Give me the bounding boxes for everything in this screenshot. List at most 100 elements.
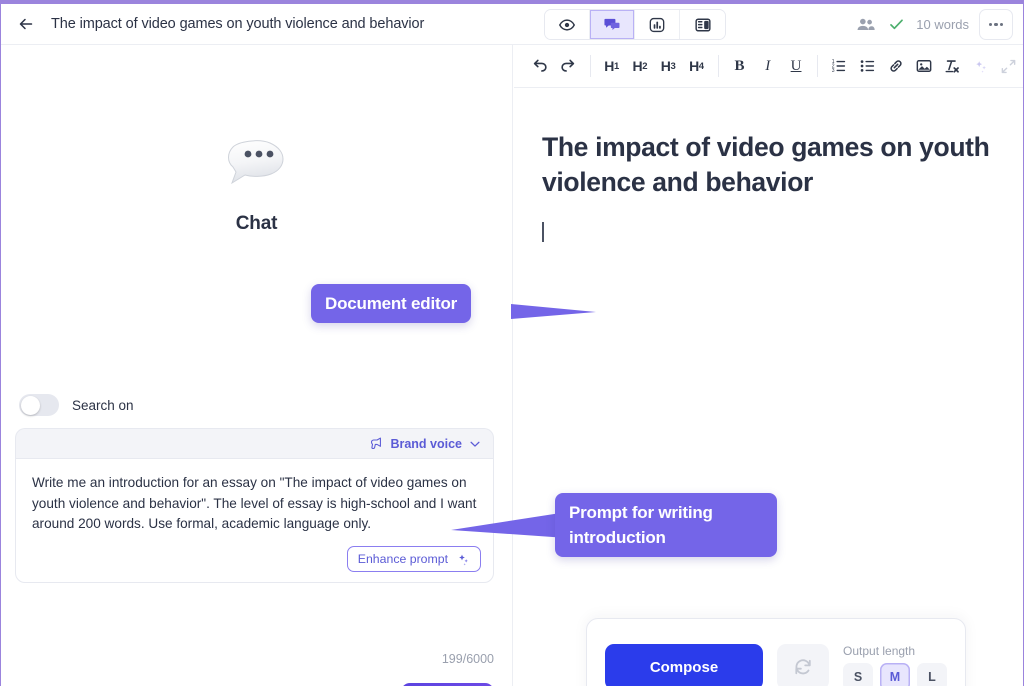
- collaborators-button[interactable]: [855, 16, 877, 34]
- toolbar-divider: [817, 55, 819, 77]
- clear-format-icon: [945, 60, 960, 73]
- length-option-m[interactable]: M: [880, 662, 910, 686]
- output-length-control: Output length S M L: [843, 644, 947, 686]
- undo-button[interactable]: [526, 51, 554, 81]
- panel-layout-icon: [694, 18, 711, 31]
- heading-4-sub: 4: [698, 60, 704, 72]
- brand-voice-selector[interactable]: Brand voice: [369, 436, 482, 451]
- italic-button[interactable]: I: [754, 51, 782, 81]
- link-button[interactable]: [882, 51, 910, 81]
- link-icon: [890, 60, 902, 72]
- length-option-l[interactable]: L: [917, 662, 947, 686]
- mode-chat-button[interactable]: [590, 10, 635, 39]
- megaphone-icon: [371, 437, 382, 449]
- document-editor-arrow: [511, 304, 596, 319]
- search-toggle[interactable]: [19, 394, 59, 416]
- ai-assist-button[interactable]: [966, 51, 994, 81]
- heading-2-button[interactable]: H2: [626, 51, 654, 81]
- top-right-actions: 10 words: [855, 9, 1013, 40]
- more-horizontal-icon: [988, 22, 1004, 27]
- bold-icon: B: [734, 57, 745, 74]
- underline-icon: U: [790, 57, 802, 74]
- brand-voice-label: Brand voice: [390, 436, 462, 451]
- chevron-down-icon: [470, 441, 480, 447]
- mode-analytics-button[interactable]: [635, 10, 680, 39]
- search-toggle-label: Search on: [72, 397, 134, 413]
- heading-1-sub: 1: [613, 60, 619, 72]
- mode-layout-button[interactable]: [680, 10, 725, 39]
- character-count: 199/6000: [441, 652, 494, 666]
- callout-prompt-for-writing-introduction: Prompt for writing introduction: [555, 493, 777, 557]
- heading-4-button[interactable]: H4: [682, 51, 710, 81]
- expand-button[interactable]: [995, 51, 1023, 81]
- ordered-list-icon: 1 2 3: [832, 59, 846, 74]
- prompt-input-area[interactable]: Write me an introduction for an essay on…: [15, 458, 494, 583]
- document-editor-panel: H1 H2 H3 H4 B I U 1 2 3 The impact of vi…: [514, 45, 1023, 686]
- callout-prompt-line2: introduction: [569, 528, 666, 547]
- heading-2-sub: 2: [642, 60, 648, 72]
- chat-empty-state: Chat: [1, 123, 512, 235]
- app-window: The impact of video games on youth viole…: [0, 0, 1024, 686]
- length-option-s[interactable]: S: [843, 662, 873, 686]
- more-options-button[interactable]: [979, 9, 1013, 40]
- heading-1-label: H: [604, 58, 614, 74]
- editor-toolbar: H1 H2 H3 H4 B I U 1 2 3: [514, 45, 1023, 88]
- clear-format-button[interactable]: [938, 51, 966, 81]
- compose-button[interactable]: Compose: [605, 644, 763, 686]
- chat-panel: Chat Search on Brand voice Write me an i…: [1, 45, 513, 686]
- eye-icon: [559, 18, 575, 31]
- heading-1-button[interactable]: H1: [597, 51, 625, 81]
- image-button[interactable]: [910, 51, 938, 81]
- image-icon: [916, 60, 932, 72]
- toolbar-divider: [589, 55, 591, 77]
- check-icon: [890, 19, 904, 30]
- bullet-list-button[interactable]: [853, 51, 881, 81]
- speech-balloon-icon: [217, 123, 297, 201]
- compose-panel: Compose Output length S M L: [586, 618, 966, 686]
- heading-4-label: H: [689, 58, 699, 74]
- italic-icon: I: [765, 57, 771, 74]
- saved-status-icon: [887, 15, 906, 34]
- undo-icon: [533, 59, 547, 72]
- chat-bubbles-icon: [604, 18, 620, 30]
- text-caret: [542, 222, 544, 242]
- view-mode-group: [544, 9, 726, 40]
- document-heading[interactable]: The impact of video games on youth viole…: [542, 130, 992, 200]
- back-button[interactable]: [9, 7, 43, 41]
- document-canvas[interactable]: The impact of video games on youth viole…: [514, 88, 1023, 242]
- regenerate-button[interactable]: [776, 644, 829, 686]
- arrow-left-icon: [19, 18, 33, 30]
- bar-chart-icon: [649, 17, 665, 32]
- expand-icon: [1001, 59, 1016, 73]
- document-title-topbar[interactable]: The impact of video games on youth viole…: [51, 16, 424, 32]
- output-length-options: S M L: [843, 662, 947, 686]
- heading-3-label: H: [660, 58, 671, 74]
- redo-icon: [561, 59, 575, 72]
- underline-button[interactable]: U: [782, 51, 810, 81]
- ordered-list-button[interactable]: 1 2 3: [825, 51, 853, 81]
- prompt-composer: Brand voice Write me an introduction for…: [15, 428, 494, 583]
- toolbar-divider: [717, 55, 719, 77]
- heading-3-sub: 3: [670, 60, 676, 72]
- toggle-knob: [20, 395, 40, 415]
- composer-header: Brand voice: [15, 428, 494, 458]
- svg-text:3: 3: [832, 68, 835, 74]
- chat-empty-label: Chat: [235, 213, 278, 234]
- bold-button[interactable]: B: [725, 51, 753, 81]
- sparkles-icon: [976, 60, 986, 73]
- refresh-icon: [795, 659, 811, 675]
- people-icon: [857, 18, 875, 30]
- mode-preview-button[interactable]: [545, 10, 590, 39]
- prompt-input[interactable]: Write me an introduction for an essay on…: [32, 473, 477, 535]
- callout-prompt-line1: Prompt for writing: [569, 503, 713, 522]
- word-count-label: 10 words: [916, 17, 969, 32]
- enhance-prompt-label: Enhance prompt: [357, 552, 448, 566]
- callout-document-editor: Document editor: [311, 284, 472, 323]
- bullet-list-icon: [860, 60, 874, 72]
- sparkles-icon: [459, 554, 468, 565]
- redo-button[interactable]: [554, 51, 582, 81]
- search-toggle-row: Search on: [19, 394, 134, 416]
- heading-3-button[interactable]: H3: [654, 51, 682, 81]
- heading-2-label: H: [632, 58, 643, 74]
- output-length-label: Output length: [843, 643, 916, 658]
